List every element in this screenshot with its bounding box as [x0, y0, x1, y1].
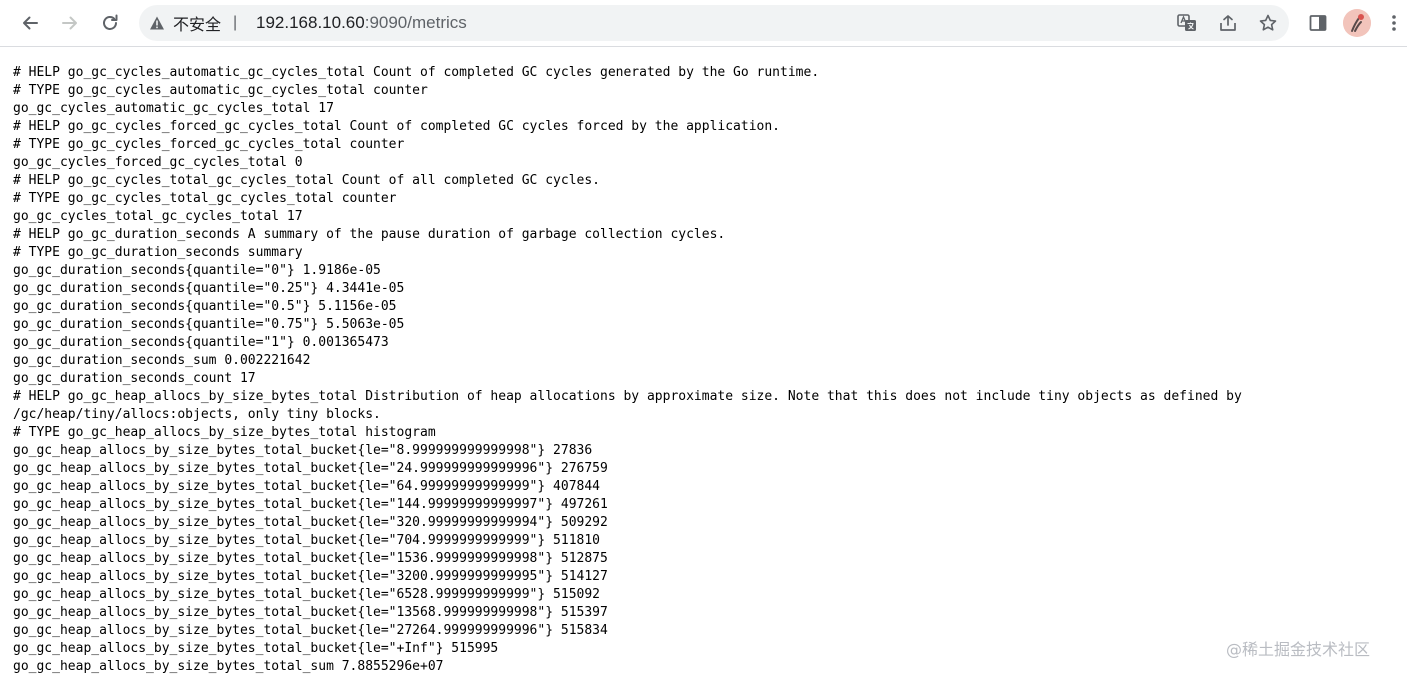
metric-line: /gc/heap/tiny/allocs:objects, only tiny …: [13, 407, 381, 422]
security-label: 不安全: [173, 17, 222, 34]
translate-button[interactable]: [1173, 9, 1201, 37]
metrics-page: # HELP go_gc_cycles_automatic_gc_cycles_…: [0, 47, 1407, 676]
address-bar[interactable]: 不安全 | 192.168.10.60:9090/metrics: [139, 5, 1289, 41]
share-icon: [1220, 15, 1236, 31]
metric-line: go_gc_heap_allocs_by_size_bytes_total_bu…: [13, 497, 608, 512]
metric-line: # TYPE go_gc_duration_seconds summary: [13, 245, 303, 260]
metric-line: go_gc_heap_allocs_by_size_bytes_total_su…: [13, 659, 444, 674]
bookmark-star-button[interactable]: [1254, 9, 1282, 37]
back-button[interactable]: [14, 7, 46, 39]
security-indicator[interactable]: 不安全 |: [149, 5, 237, 41]
metric-line: go_gc_cycles_total_gc_cycles_total 17: [13, 209, 303, 224]
metric-line: go_gc_duration_seconds_sum 0.002221642: [13, 353, 311, 368]
share-button[interactable]: [1214, 9, 1242, 37]
metric-line: go_gc_heap_allocs_by_size_bytes_total_bu…: [13, 533, 600, 548]
metric-line: go_gc_heap_allocs_by_size_bytes_total_bu…: [13, 551, 608, 566]
metric-line: go_gc_duration_seconds{quantile="1"} 0.0…: [13, 335, 389, 350]
metric-line: # TYPE go_gc_cycles_total_gc_cycles_tota…: [13, 191, 397, 206]
browser-menu-button[interactable]: [1382, 7, 1406, 39]
url-text[interactable]: 192.168.10.60:9090/metrics: [256, 5, 467, 41]
back-arrow-icon: [23, 16, 38, 30]
metric-line: go_gc_heap_allocs_by_size_bytes_total_bu…: [13, 569, 608, 584]
metric-line: go_gc_heap_allocs_by_size_bytes_total_bu…: [13, 623, 608, 638]
metric-line: # TYPE go_gc_cycles_forced_gc_cycles_tot…: [13, 137, 405, 152]
forward-arrow-icon: [62, 16, 77, 30]
metric-line: go_gc_duration_seconds{quantile="0.5"} 5…: [13, 299, 397, 314]
metric-line: go_gc_cycles_automatic_gc_cycles_total 1…: [13, 101, 334, 116]
security-separator: |: [233, 14, 238, 31]
warning-triangle-icon: [150, 16, 164, 30]
metric-line: go_gc_heap_allocs_by_size_bytes_total_bu…: [13, 461, 608, 476]
metric-line: # HELP go_gc_cycles_total_gc_cycles_tota…: [13, 173, 600, 188]
profile-avatar[interactable]: [1343, 9, 1371, 37]
browser-toolbar: 不安全 | 192.168.10.60:9090/metrics: [0, 0, 1407, 47]
metric-line: # HELP go_gc_duration_seconds A summary …: [13, 227, 726, 242]
metric-line: go_gc_cycles_forced_gc_cycles_total 0: [13, 155, 303, 170]
side-panel-button[interactable]: [1302, 7, 1334, 39]
metric-line: go_gc_duration_seconds{quantile="0.75"} …: [13, 317, 405, 332]
url-host: 192.168.10.60: [256, 13, 365, 32]
watermark: @稀土掘金技术社区: [1226, 640, 1371, 659]
metrics-text: # HELP go_gc_cycles_automatic_gc_cycles_…: [13, 64, 1242, 676]
metric-line: go_gc_duration_seconds{quantile="0.25"} …: [13, 281, 405, 296]
metric-line: go_gc_heap_allocs_by_size_bytes_total_bu…: [13, 605, 608, 620]
side-panel-icon: [1309, 15, 1327, 31]
metric-line: # HELP go_gc_cycles_automatic_gc_cycles_…: [13, 65, 820, 80]
metric-line: go_gc_duration_seconds_count 17: [13, 371, 256, 386]
reload-icon: [103, 14, 118, 30]
metric-line: # TYPE go_gc_cycles_automatic_gc_cycles_…: [13, 83, 428, 98]
reload-button[interactable]: [94, 7, 126, 39]
metric-line: go_gc_heap_allocs_by_size_bytes_total_bu…: [13, 443, 593, 458]
metric-line: go_gc_heap_allocs_by_size_bytes_total_bu…: [13, 587, 600, 602]
url-path: :9090/metrics: [364, 13, 467, 32]
forward-button[interactable]: [54, 7, 86, 39]
star-icon: [1259, 14, 1277, 31]
metric-line: # HELP go_gc_heap_allocs_by_size_bytes_t…: [13, 389, 1242, 404]
more-vertical-icon: [1392, 15, 1396, 31]
metric-line: # HELP go_gc_cycles_forced_gc_cycles_tot…: [13, 119, 781, 134]
metric-line: # TYPE go_gc_heap_allocs_by_size_bytes_t…: [13, 425, 436, 440]
metric-line: go_gc_duration_seconds{quantile="0"} 1.9…: [13, 263, 381, 278]
metric-line: go_gc_heap_allocs_by_size_bytes_total_bu…: [13, 479, 600, 494]
metric-line: go_gc_heap_allocs_by_size_bytes_total_bu…: [13, 515, 608, 530]
metric-line: go_gc_heap_allocs_by_size_bytes_total_bu…: [13, 641, 499, 656]
translate-icon: [1177, 14, 1196, 31]
avatar-icon: [1343, 9, 1371, 37]
